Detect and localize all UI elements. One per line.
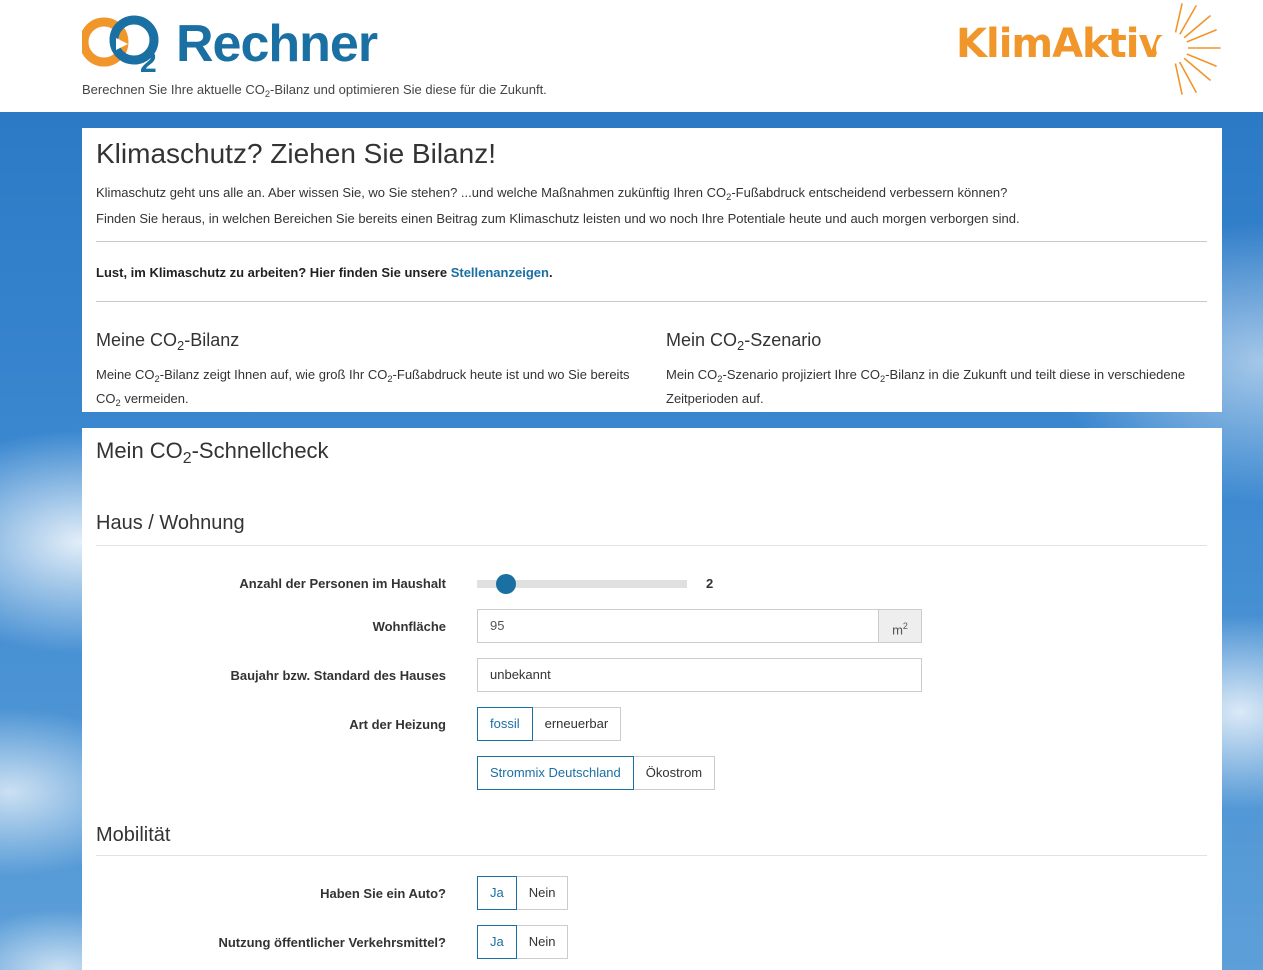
section-divider bbox=[96, 545, 1207, 546]
intro-panel: Klimaschutz? Ziehen Sie Bilanz! Klimasch… bbox=[82, 128, 1222, 412]
area-input[interactable]: 95 bbox=[477, 609, 879, 643]
intro-text: Klimaschutz geht uns alle an. Aber wisse… bbox=[96, 182, 1206, 229]
bilanz-title-b: -Bilanz bbox=[184, 330, 240, 350]
klimaktiv-logo[interactable]: KlimAktiv bbox=[956, 16, 1165, 72]
bilanz-text-d: vermeiden. bbox=[120, 390, 189, 406]
power-mix-button[interactable]: Strommix Deutschland bbox=[477, 756, 634, 790]
bilanz-text-b: -Bilanz zeigt Ihnen auf, wie groß Ihr CO bbox=[159, 366, 388, 382]
intro-line-2: Finden Sie heraus, in welchen Bereichen … bbox=[96, 210, 1020, 226]
jobs-notice: Lust, im Klimaschutz zu arbeiten? Hier f… bbox=[96, 265, 553, 280]
divider bbox=[96, 301, 1207, 302]
logo-text[interactable]: Rechner bbox=[176, 12, 378, 76]
heating-fossil-button[interactable]: fossil bbox=[477, 707, 533, 741]
szenario-text-a: Mein CO bbox=[666, 366, 718, 382]
jobs-text: Lust, im Klimaschutz zu arbeiten? Hier f… bbox=[96, 265, 451, 280]
car-yes-button[interactable]: Ja bbox=[477, 876, 517, 910]
bilanz-text: Meine CO2-Bilanz zeigt Ihnen auf, wie gr… bbox=[96, 365, 636, 413]
area-unit-addon: m2 bbox=[878, 609, 922, 643]
heating-renewable-button[interactable]: erneuerbar bbox=[531, 707, 622, 741]
bilanz-text-a: Meine CO bbox=[96, 366, 155, 382]
jobs-text-end: . bbox=[548, 265, 553, 280]
szenario-title[interactable]: Mein CO2-Szenario bbox=[666, 330, 1206, 353]
transit-yes-button[interactable]: Ja bbox=[477, 925, 517, 959]
transit-toggle: Ja Nein bbox=[477, 925, 569, 959]
bilanz-column: Meine CO2-Bilanz Meine CO2-Bilanz zeigt … bbox=[96, 330, 636, 412]
year-label: Baujahr bzw. Standard des Hauses bbox=[230, 668, 446, 683]
divider bbox=[96, 241, 1207, 242]
persons-label: Anzahl der Personen im Haushalt bbox=[239, 576, 446, 591]
szenario-column: Mein CO2-Szenario Mein CO2-Szenario proj… bbox=[666, 330, 1206, 409]
schnellcheck-title-b: -Schnellcheck bbox=[191, 438, 329, 463]
area-unit-sup: 2 bbox=[902, 621, 908, 631]
area-unit: m bbox=[892, 622, 903, 638]
intro-line-1-a: Klimaschutz geht uns alle an. Aber wisse… bbox=[96, 185, 727, 200]
sun-rays-icon bbox=[1156, 3, 1221, 95]
car-label: Haben Sie ein Auto? bbox=[320, 886, 446, 901]
tagline-text-end: -Bilanz und optimieren Sie diese für die… bbox=[270, 82, 547, 97]
schnellcheck-title-a: Mein CO bbox=[96, 438, 183, 463]
power-toggle: Strommix Deutschland Ökostrom bbox=[477, 756, 716, 790]
power-green-button[interactable]: Ökostrom bbox=[632, 756, 716, 790]
persons-value: 2 bbox=[706, 576, 714, 591]
car-no-button[interactable]: Nein bbox=[515, 876, 569, 910]
persons-slider-thumb[interactable] bbox=[496, 574, 516, 594]
section-mobil-title: Mobilität bbox=[96, 824, 171, 846]
svg-text:2: 2 bbox=[140, 46, 157, 74]
area-label: Wohnfläche bbox=[372, 619, 446, 634]
schnellcheck-panel: Mein CO2-Schnellcheck Haus / Wohnung Anz… bbox=[82, 428, 1222, 970]
transit-label: Nutzung öffentlicher Verkehrsmittel? bbox=[218, 935, 446, 950]
section-divider bbox=[96, 855, 1207, 856]
heating-toggle: fossil erneuerbar bbox=[477, 707, 622, 741]
transit-no-button[interactable]: Nein bbox=[515, 925, 569, 959]
co2-logo-icon[interactable]: 2 bbox=[82, 10, 172, 74]
intro-line-1-b: -Fußabdruck entscheidend verbessern könn… bbox=[731, 185, 1008, 200]
jobs-link[interactable]: Stellenanzeigen bbox=[451, 265, 549, 280]
szenario-title-a: Mein CO bbox=[666, 330, 738, 350]
year-select[interactable]: unbekannt bbox=[477, 658, 922, 692]
tagline-text: Berechnen Sie Ihre aktuelle CO bbox=[82, 82, 265, 97]
heating-label: Art der Heizung bbox=[349, 717, 446, 732]
tagline: Berechnen Sie Ihre aktuelle CO2-Bilanz u… bbox=[82, 82, 547, 99]
bilanz-title-a: Meine CO bbox=[96, 330, 178, 350]
szenario-text-b: -Szenario projiziert Ihre CO bbox=[722, 366, 881, 382]
page-title: Klimaschutz? Ziehen Sie Bilanz! bbox=[96, 138, 496, 169]
bilanz-title[interactable]: Meine CO2-Bilanz bbox=[96, 330, 636, 353]
intro-line-1: Klimaschutz geht uns alle an. Aber wisse… bbox=[96, 182, 1206, 208]
section-haus-title: Haus / Wohnung bbox=[96, 512, 245, 534]
szenario-title-b: -Szenario bbox=[744, 330, 822, 350]
site-header: 2 Rechner Berechnen Sie Ihre aktuelle CO… bbox=[0, 0, 1263, 112]
schnellcheck-title-sub: 2 bbox=[182, 449, 192, 467]
szenario-text: Mein CO2-Szenario projiziert Ihre CO2-Bi… bbox=[666, 365, 1206, 409]
schnellcheck-title: Mein CO2-Schnellcheck bbox=[96, 438, 329, 468]
car-toggle: Ja Nein bbox=[477, 876, 569, 910]
